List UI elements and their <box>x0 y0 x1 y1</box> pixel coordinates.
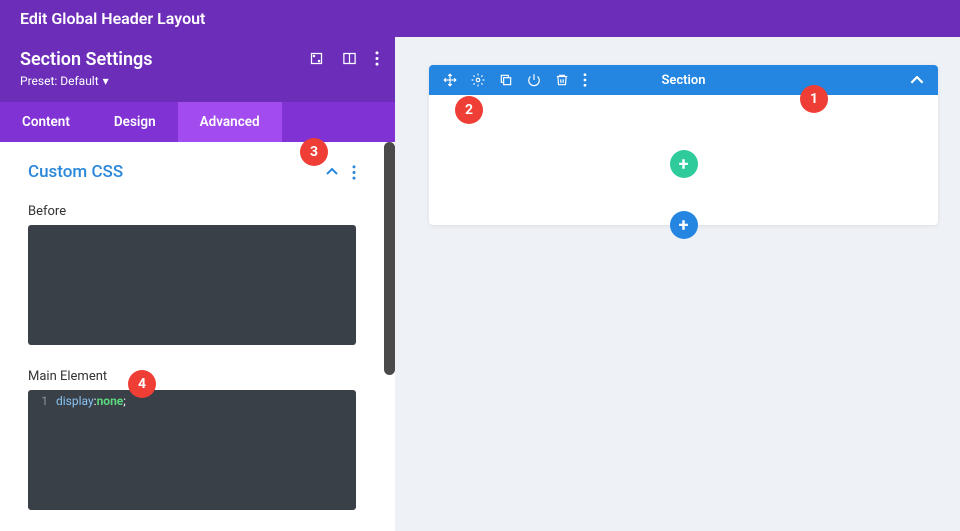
annotation-2: 2 <box>455 96 483 124</box>
code-text: display:none; <box>56 394 126 408</box>
section-toolbar-icons <box>443 73 587 87</box>
header-action-icons <box>309 51 379 66</box>
tab-design[interactable]: Design <box>92 102 178 142</box>
more-icon[interactable] <box>583 73 587 87</box>
section-block[interactable]: Section + + <box>429 65 938 225</box>
page-title-bar: Edit Global Header Layout <box>0 0 960 37</box>
annotation-3: 3 <box>300 138 328 166</box>
more-icon[interactable] <box>352 165 356 180</box>
caret-down-icon: ▾ <box>103 74 109 88</box>
chevron-up-icon[interactable] <box>910 76 924 85</box>
settings-tabs: Content Design Advanced <box>0 102 395 142</box>
panel-icon[interactable] <box>342 51 357 66</box>
power-icon[interactable] <box>527 73 541 87</box>
move-icon[interactable] <box>443 73 457 87</box>
settings-sidebar: Section Settings Preset: Default ▾ Conte… <box>0 37 395 531</box>
line-number: 1 <box>28 394 56 408</box>
section-body[interactable]: + + <box>429 95 938 225</box>
gear-icon[interactable] <box>471 73 485 87</box>
tab-advanced[interactable]: Advanced <box>178 102 282 142</box>
add-row-button[interactable]: + <box>670 150 698 178</box>
panel-actions <box>326 165 356 180</box>
section-toolbar: Section <box>429 65 938 95</box>
before-code-editor[interactable] <box>28 225 356 345</box>
settings-content: Custom CSS Before Main Element <box>0 142 384 531</box>
expand-icon[interactable] <box>309 51 324 66</box>
preset-selector[interactable]: Preset: Default ▾ <box>20 74 375 88</box>
chevron-up-icon[interactable] <box>326 168 338 176</box>
settings-header: Section Settings Preset: Default ▾ <box>0 37 395 102</box>
duplicate-icon[interactable] <box>499 73 513 87</box>
main-element-code-editor[interactable]: 1 display:none; <box>28 390 356 510</box>
add-section-button[interactable]: + <box>670 211 698 239</box>
annotation-4: 4 <box>128 370 156 398</box>
tab-content[interactable]: Content <box>0 102 92 142</box>
trash-icon[interactable] <box>555 73 569 87</box>
sidebar-scrollbar[interactable] <box>384 142 395 375</box>
code-line: 1 display:none; <box>28 394 356 408</box>
annotation-1: 1 <box>800 85 828 113</box>
more-icon[interactable] <box>375 51 379 66</box>
before-label: Before <box>28 204 66 219</box>
panel-header-row: Custom CSS <box>28 162 356 182</box>
page-title: Edit Global Header Layout <box>20 9 205 28</box>
section-label: Section <box>661 73 705 88</box>
panel-title: Custom CSS <box>28 162 123 182</box>
main-element-label: Main Element <box>28 369 107 384</box>
